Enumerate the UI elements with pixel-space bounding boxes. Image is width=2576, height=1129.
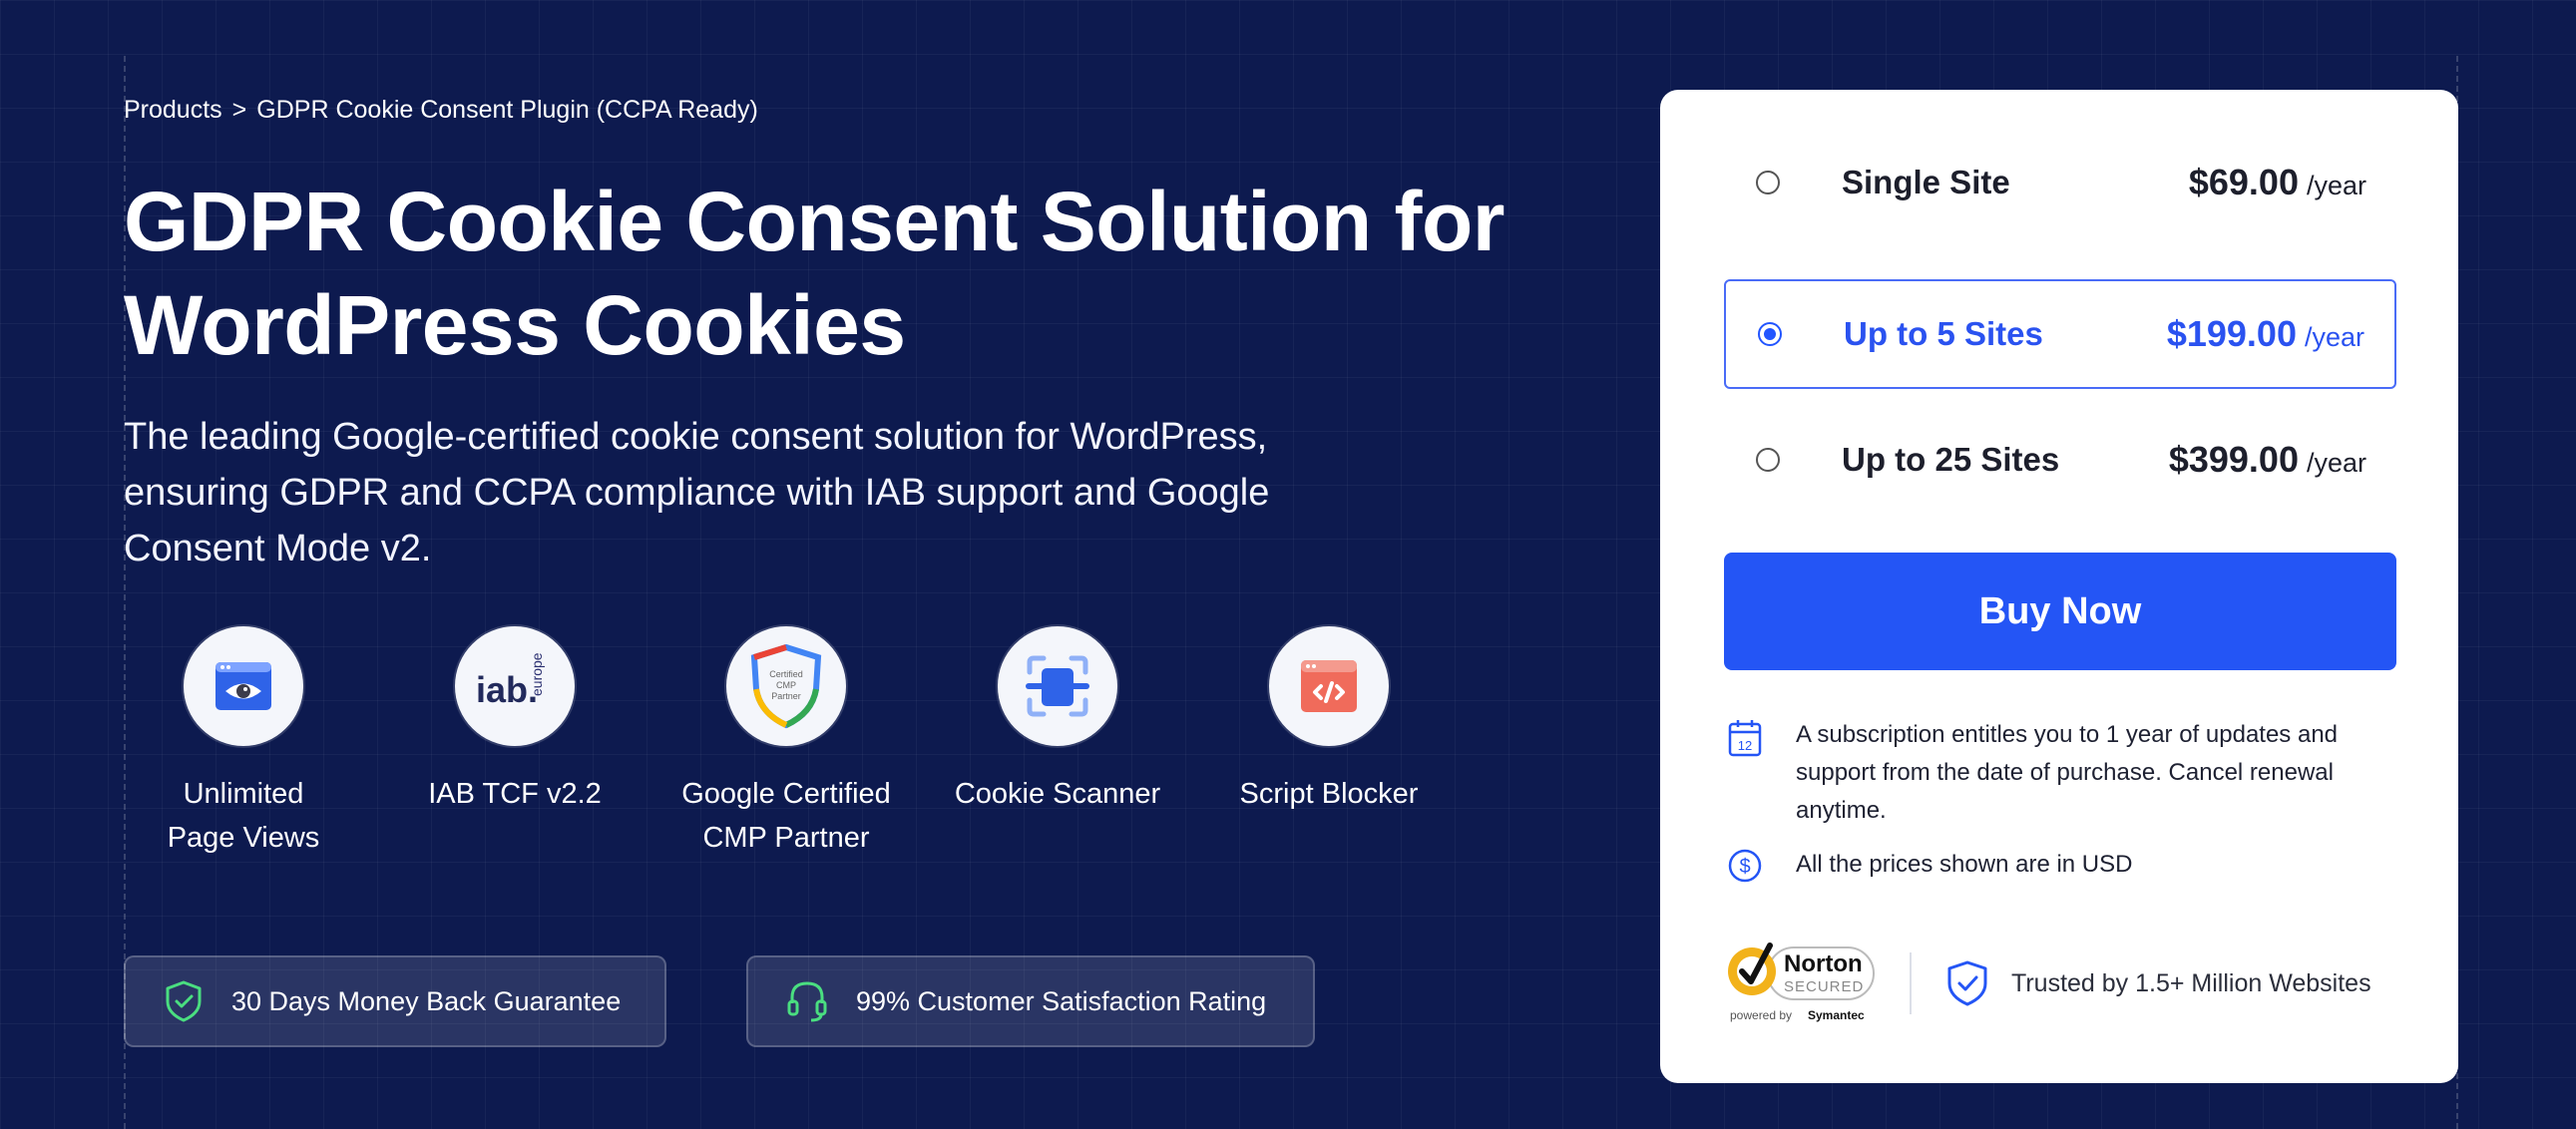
plan-price-amount: $199.00 <box>2166 313 2297 354</box>
buy-now-button[interactable]: Buy Now <box>1724 553 2396 670</box>
feature-label-line1: Script Blocker <box>1239 778 1419 810</box>
money-back-badge: 30 Days Money Back Guarantee <box>124 955 666 1047</box>
subscription-info: 12 A subscription entitles you to 1 year… <box>1724 716 2396 830</box>
feature-icon-circle <box>1269 626 1389 746</box>
feature-label: Google Certified CMP Partner <box>650 772 922 860</box>
shield-check-blue-icon <box>1947 960 1987 1006</box>
feature-label: Cookie Scanner <box>922 772 1193 816</box>
plan-up-to-5-sites[interactable]: Up to 5 Sites $199.00 /year <box>1724 279 2396 389</box>
feature-label-line1: IAB TCF v2.2 <box>428 778 602 810</box>
breadcrumb-products-link[interactable]: Products <box>124 96 222 125</box>
feature-icon-circle: iab. europe <box>455 626 575 746</box>
plan-radio[interactable] <box>1756 448 1780 472</box>
feature-label-line1: Cookie Scanner <box>954 778 1161 810</box>
hero-description: The leading Google-certified cookie cons… <box>124 416 1270 569</box>
features-row: Unlimited Page Views iab. europe IAB TCF… <box>124 626 1481 866</box>
feature-label: IAB TCF v2.2 <box>379 772 650 816</box>
feature-label-line1: Unlimited <box>183 778 304 810</box>
plan-price: $199.00 /year <box>2167 313 2364 355</box>
plan-single-site[interactable]: Single Site $69.00 /year <box>1724 128 2396 237</box>
feature-label: Unlimited Page Views <box>108 772 379 860</box>
scanner-icon <box>1026 655 1089 717</box>
page-title: GDPR Cookie Consent Solution for WordPre… <box>124 175 1505 372</box>
plan-price: $69.00 /year <box>2189 162 2366 203</box>
plan-radio-selected[interactable] <box>1758 322 1782 346</box>
feature-icon-circle <box>998 626 1117 746</box>
feature-script-blocker: Script Blocker <box>1193 626 1465 816</box>
plan-price-amount: $69.00 <box>2188 162 2299 202</box>
svg-text:Symantec: Symantec <box>1808 1008 1865 1022</box>
plan-price-period: /year <box>2304 322 2364 352</box>
norton-secured-logo: Norton SECURED powered by Symantec <box>1724 940 1876 1027</box>
satisfaction-badge: 99% Customer Satisfaction Rating <box>746 955 1315 1047</box>
svg-text:europe: europe <box>529 652 545 696</box>
plan-price-period: /year <box>2306 448 2366 478</box>
svg-text:CMP: CMP <box>776 680 796 690</box>
code-window-icon <box>1301 660 1357 712</box>
plan-price-period: /year <box>2306 171 2366 200</box>
trust-divider <box>1910 952 1912 1014</box>
calendar-icon: 12 <box>1724 716 1766 830</box>
currency-info-text: All the prices shown are in USD <box>1796 851 2133 878</box>
pricing-card: Single Site $69.00 /year Up to 5 Sites $… <box>1660 90 2458 1083</box>
svg-text:$: $ <box>1739 856 1750 878</box>
satisfaction-label: 99% Customer Satisfaction Rating <box>856 985 1267 1016</box>
dollar-circle-icon: $ <box>1724 846 1766 884</box>
currency-info: $ All the prices shown are in USD <box>1724 846 2396 884</box>
svg-text:SECURED: SECURED <box>1784 978 1864 995</box>
plan-name: Up to 5 Sites <box>1844 315 2043 352</box>
svg-text:powered by: powered by <box>1730 1008 1792 1022</box>
trusted-by: Trusted by 1.5+ Million Websites <box>1945 959 2371 1007</box>
hero-section: Products > GDPR Cookie Consent Plugin (C… <box>124 90 1560 1047</box>
svg-text:Partner: Partner <box>771 691 801 701</box>
plan-name: Up to 25 Sites <box>1842 441 2060 478</box>
feature-label-line2: Page Views <box>167 822 320 854</box>
google-cmp-shield-icon: Certified CMP Partner <box>750 643 822 729</box>
plan-up-to-25-sites[interactable]: Up to 25 Sites $399.00 /year <box>1724 405 2396 515</box>
plan-radio[interactable] <box>1756 171 1780 194</box>
subscription-info-text: A subscription entitles you to 1 year of… <box>1796 721 2339 824</box>
feature-google-cmp: Certified CMP Partner Google Certified C… <box>650 626 922 860</box>
plan-price-amount: $399.00 <box>2168 439 2299 480</box>
plan-price: $399.00 /year <box>2169 439 2366 481</box>
svg-text:Certified: Certified <box>769 669 803 679</box>
feature-label-line2: CMP Partner <box>702 822 870 854</box>
feature-unlimited-page-views: Unlimited Page Views <box>108 626 379 860</box>
feature-iab-tcf: iab. europe IAB TCF v2.2 <box>379 626 650 816</box>
feature-icon-circle <box>184 626 303 746</box>
trust-row: Norton SECURED powered by Symantec Trust… <box>1724 936 2396 1031</box>
breadcrumb-current: GDPR Cookie Consent Plugin (CCPA Ready) <box>256 95 758 124</box>
svg-text:Norton: Norton <box>1784 950 1863 977</box>
feature-label: Script Blocker <box>1193 772 1465 816</box>
eye-window-icon <box>215 662 271 710</box>
headset-icon <box>787 981 827 1022</box>
money-back-label: 30 Days Money Back Guarantee <box>231 985 622 1016</box>
trusted-by-label: Trusted by 1.5+ Million Websites <box>2011 968 2371 997</box>
feature-label-line1: Google Certified <box>681 778 891 810</box>
breadcrumb: Products > GDPR Cookie Consent Plugin (C… <box>124 90 1560 130</box>
breadcrumb-separator: > <box>231 95 247 124</box>
shield-check-icon <box>166 980 202 1022</box>
feature-cookie-scanner: Cookie Scanner <box>922 626 1193 816</box>
feature-icon-circle: Certified CMP Partner <box>726 626 846 746</box>
plan-name: Single Site <box>1842 164 2010 200</box>
svg-text:12: 12 <box>1738 738 1752 753</box>
iab-europe-logo: iab. europe <box>476 652 545 710</box>
